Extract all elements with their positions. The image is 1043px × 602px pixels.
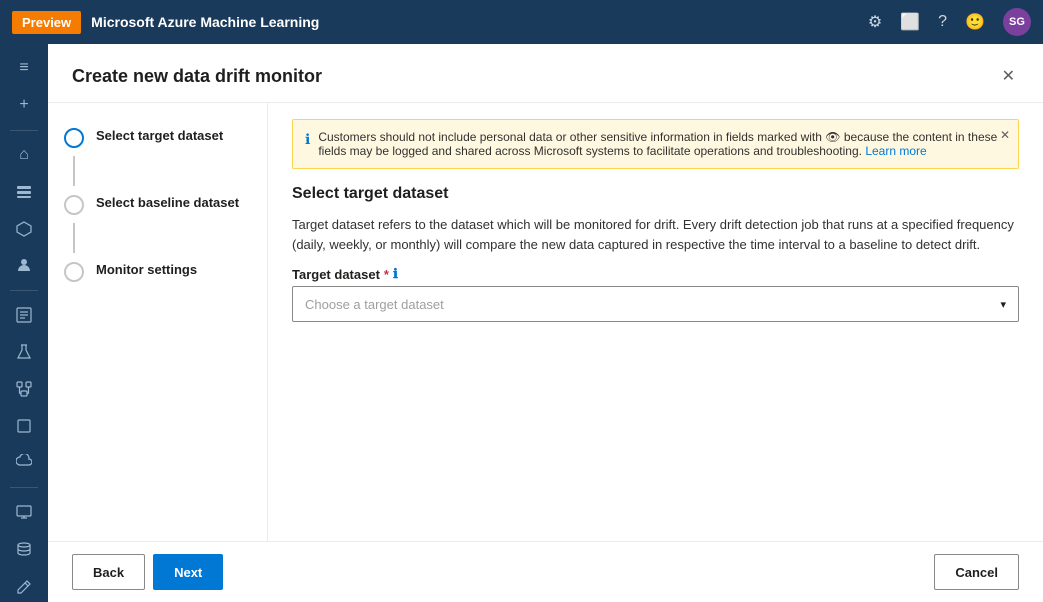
eye-icon: 👁 xyxy=(825,130,844,144)
section-description: Target dataset refers to the dataset whi… xyxy=(292,215,1019,254)
step-circle-1 xyxy=(64,128,84,148)
required-indicator: * xyxy=(384,267,389,282)
sidebar-item-add[interactable]: + xyxy=(6,89,42,122)
step-connector-1 xyxy=(73,156,75,186)
next-button[interactable]: Next xyxy=(153,554,223,590)
sidebar-item-home[interactable]: ⌂ xyxy=(6,139,42,172)
chevron-down-icon: ▾ xyxy=(1000,298,1006,311)
learn-more-link[interactable]: Learn more xyxy=(865,144,926,158)
info-circle-icon: ℹ xyxy=(305,131,310,148)
step-item-3: Monitor settings xyxy=(64,261,251,282)
step-item-2: Select baseline dataset xyxy=(64,194,251,215)
sidebar-item-compute[interactable] xyxy=(6,212,42,245)
steps-panel: Select target dataset Select baseline da… xyxy=(48,103,268,541)
field-info-icon[interactable]: ℹ xyxy=(393,266,398,282)
dialog-body: Select target dataset Select baseline da… xyxy=(48,103,1043,541)
step-label-2: Select baseline dataset xyxy=(96,194,239,210)
dialog-title: Create new data drift monitor xyxy=(72,66,322,87)
target-dataset-field: Target dataset * ℹ Choose a target datas… xyxy=(292,266,1019,322)
step-label-3: Monitor settings xyxy=(96,261,197,277)
sidebar-item-models[interactable] xyxy=(6,409,42,442)
help-icon[interactable]: ? xyxy=(938,13,947,31)
dropdown-placeholder: Choose a target dataset xyxy=(305,297,444,312)
app-title: Microsoft Azure Machine Learning xyxy=(91,14,858,30)
sidebar: ≡ + ⌂ xyxy=(0,44,48,602)
target-dataset-dropdown-wrapper: Choose a target dataset ▾ xyxy=(292,286,1019,322)
content-area: Create new data drift monitor ✕ Select t… xyxy=(48,44,1043,602)
feedback-icon[interactable]: ⬜ xyxy=(900,12,920,32)
sidebar-item-menu[interactable]: ≡ xyxy=(6,52,42,85)
step-circle-2 xyxy=(64,195,84,215)
sidebar-item-pipeline[interactable] xyxy=(6,372,42,405)
target-dataset-dropdown[interactable]: Choose a target dataset ▾ xyxy=(292,286,1019,322)
avatar[interactable]: SG xyxy=(1003,8,1031,36)
step-connector-2 xyxy=(73,223,75,253)
sidebar-item-experiments[interactable] xyxy=(6,299,42,332)
notice-banner: ℹ Customers should not include personal … xyxy=(292,119,1019,169)
back-button[interactable]: Back xyxy=(72,554,145,590)
close-button[interactable]: ✕ xyxy=(998,62,1019,90)
sidebar-item-edit[interactable] xyxy=(6,569,42,602)
section-title: Select target dataset xyxy=(292,185,1019,203)
field-label-text: Target dataset xyxy=(292,267,380,282)
step-item-1: Select target dataset xyxy=(64,127,251,148)
notice-text-before: Customers should not include personal da… xyxy=(318,130,822,144)
field-label: Target dataset * ℹ xyxy=(292,266,1019,282)
step-label-1: Select target dataset xyxy=(96,127,223,143)
main-layout: ≡ + ⌂ xyxy=(0,44,1043,602)
sidebar-divider-1 xyxy=(10,130,38,131)
footer-left-buttons: Back Next xyxy=(72,554,223,590)
sidebar-item-cloud[interactable] xyxy=(6,446,42,479)
sidebar-item-flask[interactable] xyxy=(6,336,42,369)
notice-text: Customers should not include personal da… xyxy=(318,130,1006,158)
cancel-button[interactable]: Cancel xyxy=(934,554,1019,590)
notice-close-button[interactable]: ✕ xyxy=(1000,128,1010,142)
step-circle-3 xyxy=(64,262,84,282)
smile-icon[interactable]: 🙂 xyxy=(965,12,985,32)
preview-badge: Preview xyxy=(12,11,81,34)
topbar-icons: ⚙ ⬜ ? 🙂 SG xyxy=(868,8,1031,36)
sidebar-item-monitor[interactable] xyxy=(6,496,42,529)
main-panel: ℹ Customers should not include personal … xyxy=(268,103,1043,541)
sidebar-item-users[interactable] xyxy=(6,249,42,282)
sidebar-divider-2 xyxy=(10,290,38,291)
sidebar-item-database[interactable] xyxy=(6,532,42,565)
settings-icon[interactable]: ⚙ xyxy=(868,12,882,32)
dialog-footer: Back Next Cancel xyxy=(48,541,1043,602)
sidebar-divider-3 xyxy=(10,487,38,488)
sidebar-item-dataset[interactable] xyxy=(6,175,42,208)
dialog-header: Create new data drift monitor ✕ xyxy=(48,44,1043,103)
topbar: Preview Microsoft Azure Machine Learning… xyxy=(0,0,1043,44)
